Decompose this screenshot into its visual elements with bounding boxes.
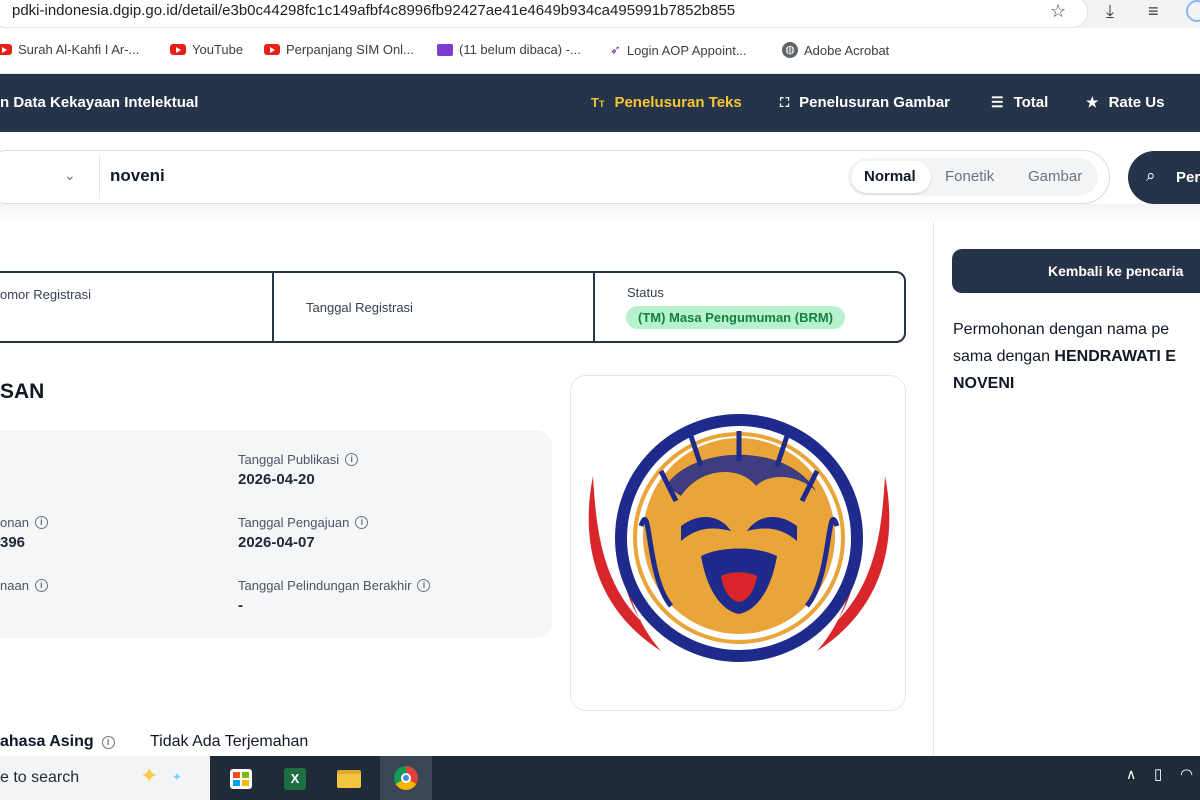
info-icon[interactable]: i <box>417 579 431 592</box>
youtube-icon <box>170 44 186 55</box>
info-icon[interactable]: i <box>345 453 359 466</box>
field-label: onan i <box>0 515 48 530</box>
sparkle-icon: ✦ <box>172 770 183 784</box>
list-icon: ☰ <box>991 94 1004 110</box>
notice-highlight: NOVENI <box>953 375 1015 392</box>
nav-rate-us[interactable]: ★ Rate Us <box>1086 94 1164 111</box>
youtube-icon <box>0 44 12 55</box>
nav-label: Penelusuran Teks <box>614 94 742 111</box>
notice-text: sama dengan <box>953 348 1055 365</box>
field-value: 2026-04-07 <box>238 534 315 551</box>
star-icon: ★ <box>1086 94 1099 110</box>
trademark-image-card[interactable] <box>570 375 906 711</box>
field-label-text: naan <box>0 578 29 593</box>
microsoft-store-icon[interactable] <box>220 761 262 797</box>
nav-penelusuran-gambar[interactable]: ⛶ Penelusuran Gambar <box>780 94 950 111</box>
bookmark-item[interactable]: Surah Al-Kahfi I Ar-... <box>0 42 139 57</box>
field-label-text: Tanggal Pengajuan <box>238 515 350 530</box>
bookmark-item[interactable]: ◍ Adobe Acrobat <box>782 42 889 58</box>
trademark-logo <box>588 414 890 662</box>
reg-date-label: Tanggal Registrasi <box>306 300 413 315</box>
bookmark-item[interactable]: Perpanjang SIM Onl... <box>264 42 414 57</box>
similarity-notice: Permohonan dengan nama pe sama dengan HE… <box>953 316 1200 397</box>
divider <box>593 273 595 341</box>
site-title: n Data Kekayaan Intelektual <box>0 94 199 111</box>
search-category-select[interactable] <box>0 155 100 199</box>
divider <box>933 222 934 758</box>
nav-label: Rate Us <box>1108 94 1165 111</box>
notice-line: sama dengan HENDRAWATI E <box>953 343 1200 370</box>
divider <box>0 204 1200 224</box>
field-value: 396 <box>0 534 26 551</box>
status-label: Status <box>627 285 664 300</box>
mode-gambar[interactable]: Gambar <box>1028 168 1082 185</box>
info-icon[interactable]: i <box>34 516 48 529</box>
search-icon: ⌕ <box>1146 166 1156 185</box>
field-label: Tanggal Pelindungan Berakhir i <box>238 578 431 593</box>
chevron-up-icon[interactable]: ∧ <box>1126 766 1136 783</box>
translation-value: Tidak Ada Terjemahan <box>150 733 309 750</box>
info-icon[interactable]: i <box>101 735 115 749</box>
notice-line: Permohonan dengan nama pe <box>953 321 1170 338</box>
device-icon[interactable]: ▯ <box>1154 765 1162 783</box>
bookmark-label: (11 belum dibaca) -... <box>459 42 581 57</box>
divider <box>272 273 274 341</box>
bookmark-label: Surah Al-Kahfi I Ar-... <box>18 42 140 57</box>
excel-icon[interactable]: X <box>274 761 316 797</box>
browser-toolbar: pdki-indonesia.dgip.go.id/detail/e3b0c44… <box>0 0 1200 28</box>
file-explorer-icon[interactable] <box>328 761 370 797</box>
nav-penelusuran-teks[interactable]: TT Penelusuran Teks <box>591 94 742 111</box>
chrome-taskbar-icon[interactable] <box>380 756 432 800</box>
field-label: Tanggal Publikasi i <box>238 452 359 467</box>
wifi-icon[interactable]: ◠ <box>1180 765 1193 783</box>
bookmark-label: Perpanjang SIM Onl... <box>286 42 414 57</box>
bookmarks-bar: Surah Al-Kahfi I Ar-... YouTube Perpanja… <box>0 28 1200 74</box>
nav-total[interactable]: ☰ Total <box>991 94 1048 111</box>
bookmark-item[interactable]: ➶ Login AOP Appoint... <box>610 42 747 58</box>
field-label-text: Tanggal Publikasi <box>238 452 340 467</box>
app-header: n Data Kekayaan Intelektual TT Penelusur… <box>0 74 1200 132</box>
reg-number-label: omor Registrasi <box>0 287 92 302</box>
search-button-label: Per <box>1176 169 1200 186</box>
search-input[interactable] <box>110 166 810 186</box>
youtube-icon <box>264 44 280 55</box>
field-value: - <box>238 597 243 614</box>
field-label: naan i <box>0 578 48 593</box>
profile-avatar[interactable] <box>1186 0 1200 22</box>
bookmark-label: Adobe Acrobat <box>804 42 890 58</box>
mode-normal[interactable]: Normal <box>864 168 916 185</box>
bookmark-label: Login AOP Appoint... <box>626 42 747 58</box>
chevron-down-icon[interactable]: ⌄ <box>64 167 76 184</box>
nav-label: Total <box>1013 94 1049 111</box>
field-value: 2026-04-20 <box>238 471 315 488</box>
feather-icon: ➶ <box>610 42 621 57</box>
notice-highlight: HENDRAWATI E <box>1054 348 1176 365</box>
field-label-text: Tanggal Pelindungan Berakhir <box>238 578 412 593</box>
media-control-icon[interactable]: ≡ <box>1148 1 1159 22</box>
sparkle-icon[interactable]: ✦ <box>140 763 158 789</box>
translation-label: ahasa Asing i <box>0 733 115 751</box>
info-icon[interactable]: i <box>355 516 369 529</box>
bookmark-item[interactable]: YouTube <box>170 42 243 57</box>
bookmark-label: YouTube <box>192 42 244 57</box>
notice-line: NOVENI <box>953 370 1200 397</box>
translation-label-text: ahasa Asing <box>0 733 94 750</box>
back-button-label: Kembali ke pencaria <box>1048 263 1184 279</box>
taskbar-search-text: e to search <box>0 769 80 786</box>
trademark-title: SAN <box>0 380 45 403</box>
field-label: Tanggal Pengajuan i <box>238 515 369 530</box>
image-scan-icon: ⛶ <box>780 94 790 110</box>
bookmark-star-icon[interactable]: ☆ <box>1050 1 1066 22</box>
field-label-text: onan <box>0 515 29 530</box>
download-icon[interactable]: ⤓ <box>1106 1 1114 22</box>
text-search-icon: TT <box>591 95 605 110</box>
mail-icon <box>437 43 453 56</box>
globe-icon: ◍ <box>782 42 798 58</box>
url-text[interactable]: pdki-indonesia.dgip.go.id/detail/e3b0c44… <box>12 2 735 19</box>
status-badge: (TM) Masa Pengumuman (BRM) <box>626 306 845 329</box>
bookmark-item[interactable]: (11 belum dibaca) -... <box>437 42 581 57</box>
nav-label: Penelusuran Gambar <box>799 94 950 111</box>
info-icon[interactable]: i <box>34 579 48 592</box>
mode-fonetik[interactable]: Fonetik <box>945 168 994 185</box>
